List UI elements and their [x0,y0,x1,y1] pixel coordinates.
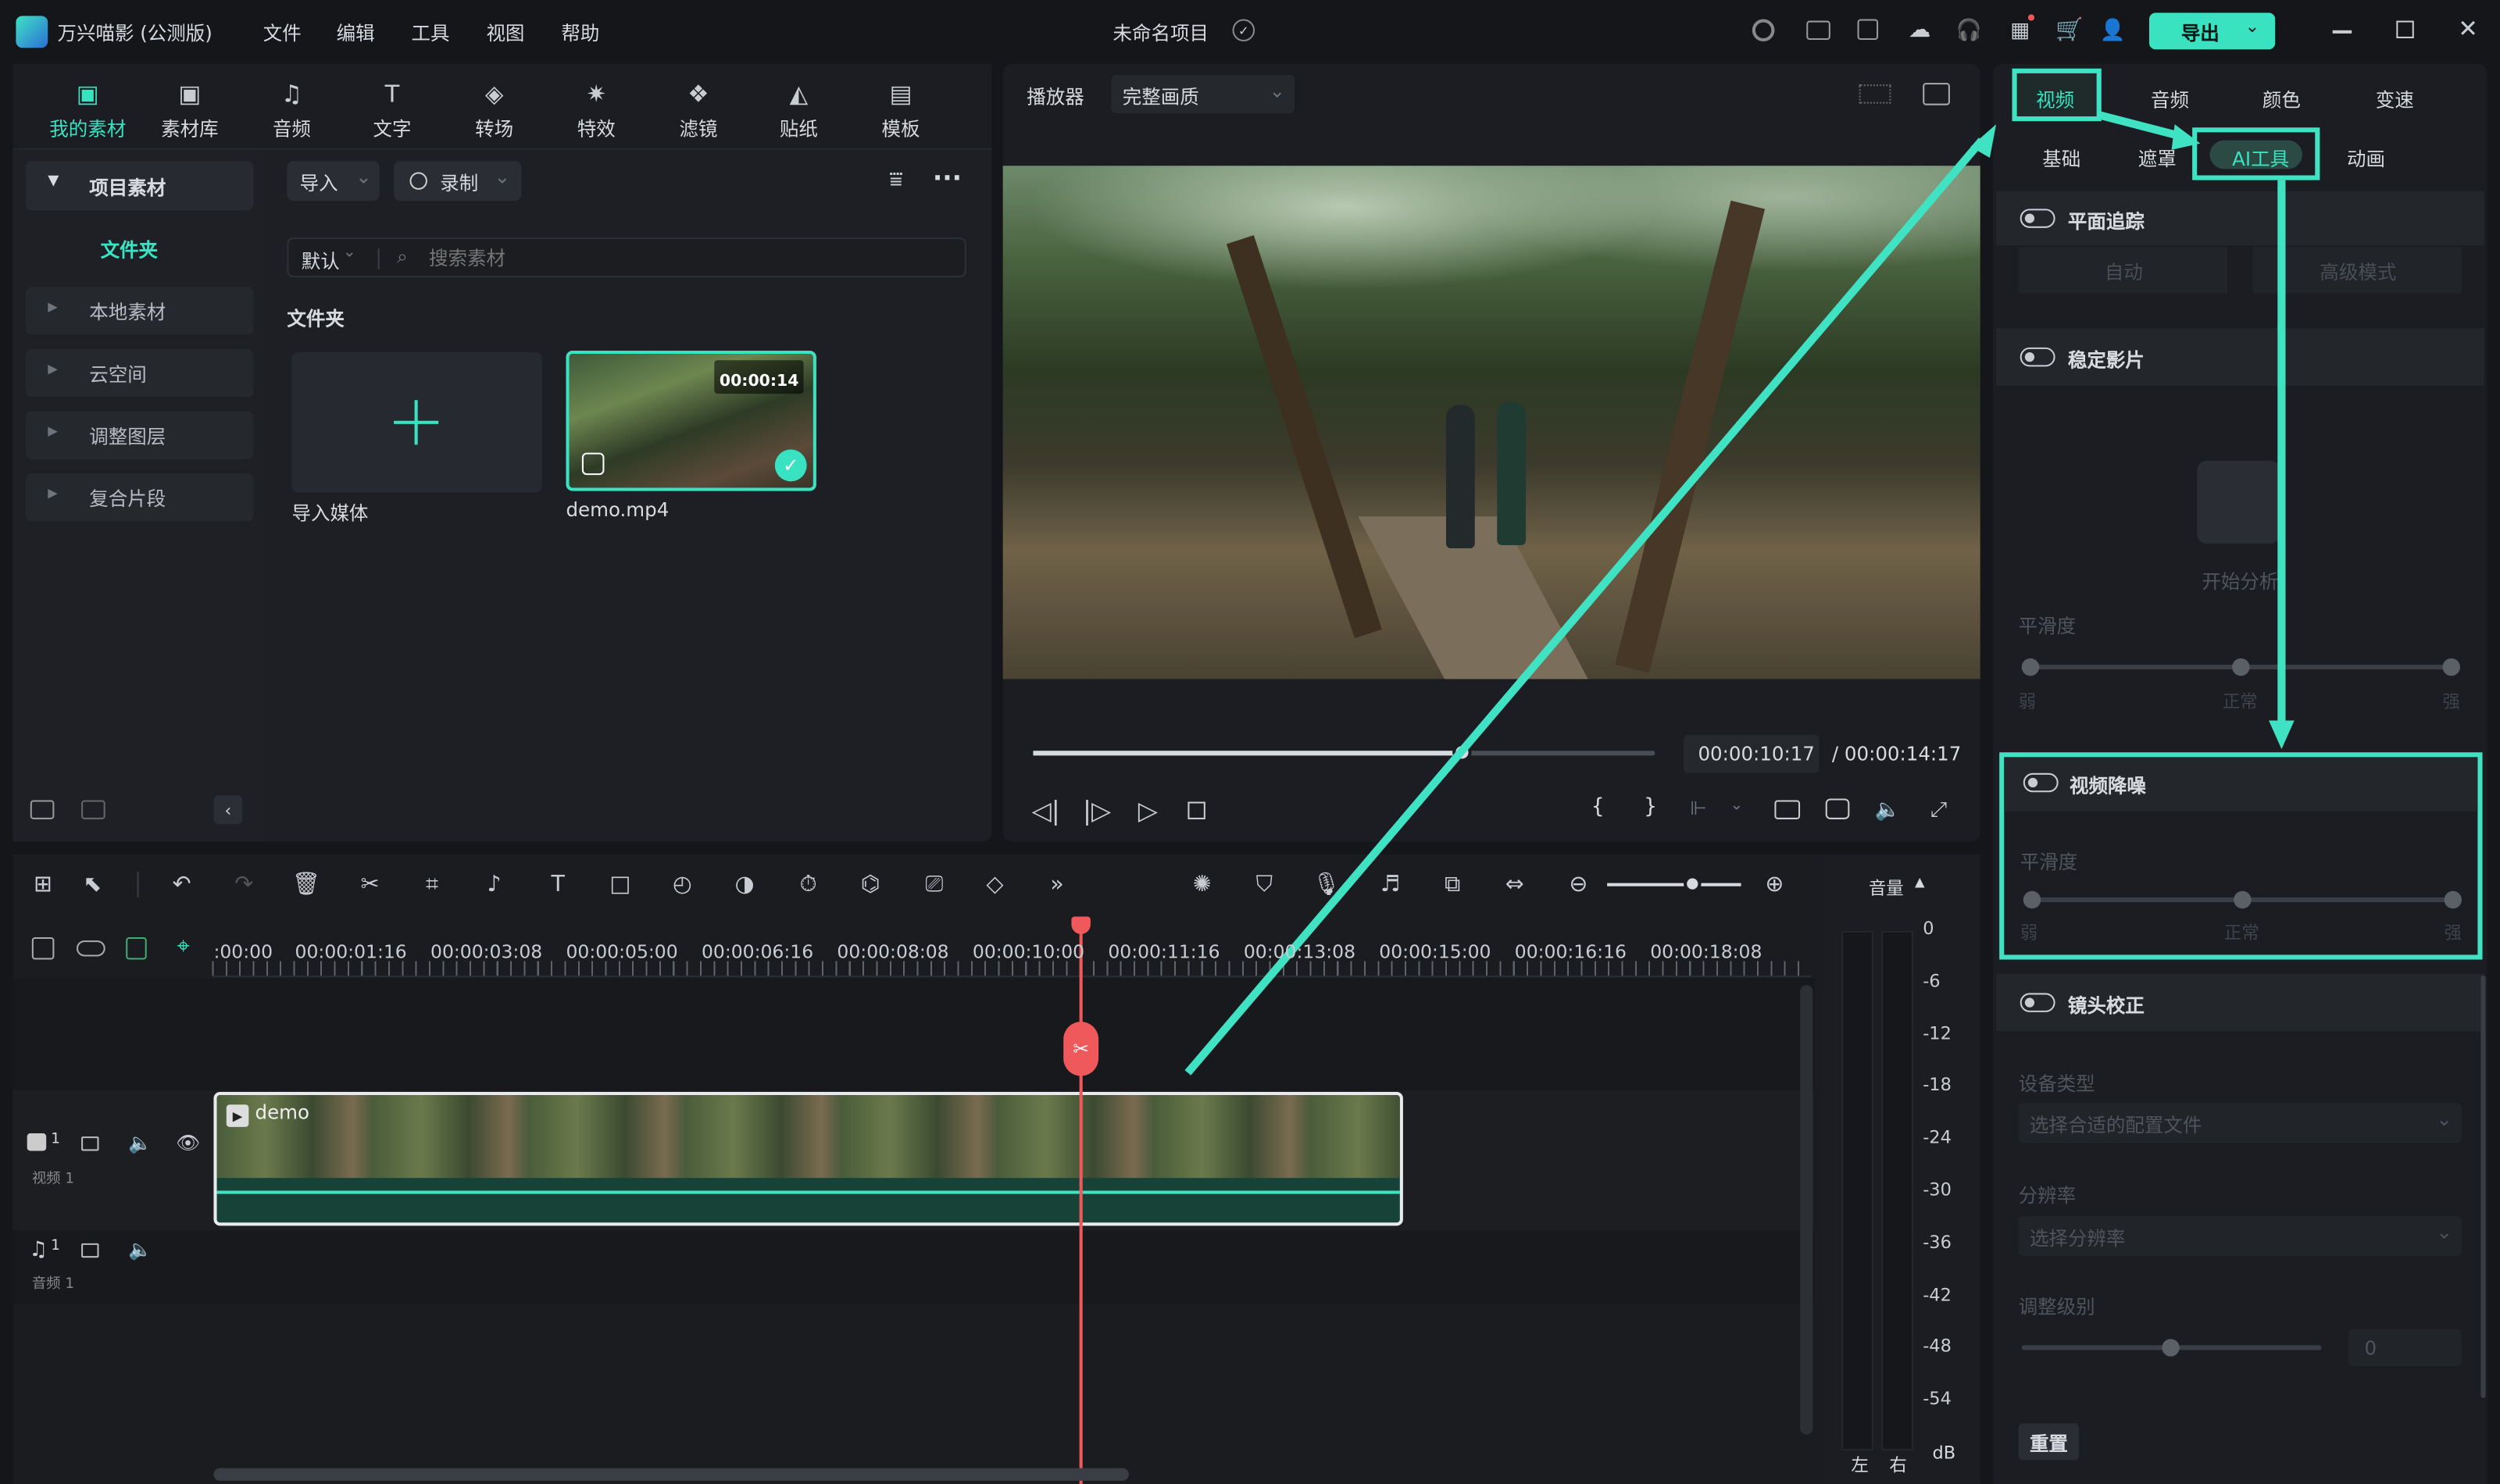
ruler-tick-label: 00:00:06:16 [701,940,814,963]
volume-scale-label: -42 [1923,1284,1952,1305]
zoom-out-icon[interactable]: ⊖ [1564,870,1593,899]
media-tab-0[interactable]: 我的素材 [40,115,135,142]
ruler-tick-label: 00:00:05:00 [566,940,678,963]
effects-icon: ✷ [586,80,607,109]
media-tab-5[interactable]: 特效 [548,115,644,142]
ruler-tick-label: 00:00:01:16 [295,940,407,963]
ruler-tick-label: 00:00:08:08 [837,940,949,963]
music-icon: ♫ [280,80,303,109]
zoom-in-icon[interactable]: ⊕ [1760,870,1789,899]
media-tab-2[interactable]: 音频 [244,115,339,142]
text-icon: T [384,80,400,109]
cut-icon[interactable]: ✂ [355,870,384,899]
volume-scale-label: -6 [1923,970,1941,991]
volume-scale-label: -18 [1923,1075,1952,1096]
color-palette-icon[interactable]: ◑ [730,870,759,899]
annotation-arrows [1184,110,2295,1076]
media-tab-1[interactable]: 素材库 [142,115,238,142]
ruler-tick-label: 00:00:03:08 [430,940,543,963]
ruler-tick-label: 00:00:18:08 [1650,940,1762,963]
volume-scale-label: -48 [1923,1336,1952,1357]
template-icon: ▤ [889,80,912,109]
volume-scale-label: 0 [1923,918,1934,940]
pip-icon[interactable]: ⧉ [1438,870,1467,899]
timer-icon[interactable]: ⏱ [794,870,823,899]
ruler-tick-label: 00:00:15:00 [1379,940,1491,963]
shape-icon[interactable]: □ [606,870,635,899]
undo-icon[interactable]: ↶ [167,870,196,899]
media-tab-7[interactable]: 贴纸 [751,115,846,142]
library-icon: ▣ [178,80,202,109]
volume-scale-label: -54 [1923,1388,1952,1410]
ruler-tick-label: :00:00 [213,940,273,963]
tts-icon[interactable]: ⎚ [920,870,949,899]
media-tab-4[interactable]: 转场 [446,115,541,142]
mic-icon[interactable]: 🎙 [1312,870,1341,899]
ruler-tick-label: 00:00:13:08 [1243,940,1356,963]
media-tab-6[interactable]: 滤镜 [651,115,746,142]
pointer-icon[interactable]: ⬉ [78,870,107,899]
ruler-tick-label: 00:00:10:00 [972,940,1085,963]
transition-icon: ◈ [484,80,504,109]
volume-scale-label: -24 [1923,1127,1952,1148]
ruler-tick-label: 00:00:11:16 [1108,940,1220,963]
text-tool-icon[interactable]: T [544,870,573,899]
music-voice-icon[interactable]: ♬ [1376,870,1405,899]
media-tab-8[interactable]: 模板 [853,115,948,142]
folder-media-icon: ▣ [76,80,99,109]
crop-icon[interactable]: ⌗ [418,870,447,899]
divider [137,872,139,897]
ai-icon[interactable]: ⌬ [856,870,885,899]
filter-icon: ❖ [688,80,709,109]
mark-icon[interactable]: ⛉ [1250,870,1279,899]
more-tools-icon[interactable]: » [1043,870,1072,899]
volume-scale-label: -30 [1923,1179,1952,1200]
audio-edit-icon[interactable]: ♪ [480,870,509,899]
app-window: 万兴喵影 (公测版) 文件 编辑 工具 视图 帮助 未命名项目 ✓ ☁ 🎧 ▦ … [0,0,2500,1484]
fit-icon[interactable]: ⇔ [1500,870,1529,899]
ruler-tick-label: 00:00:16:16 [1514,940,1627,963]
keyframe-icon[interactable]: ◇ [980,870,1009,899]
redo-icon[interactable]: ↷ [230,870,259,899]
layout-icon[interactable]: ⊞ [29,870,58,899]
delete-icon[interactable]: 🗑 [291,870,320,899]
sticker-icon: ◭ [789,80,809,109]
volume-scale-label: -36 [1923,1232,1952,1253]
speed-icon[interactable]: ◴ [668,870,697,899]
render-icon[interactable]: ✺ [1188,870,1216,899]
volume-scale-label: -12 [1923,1022,1952,1043]
media-tab-3[interactable]: 文字 [345,115,440,142]
